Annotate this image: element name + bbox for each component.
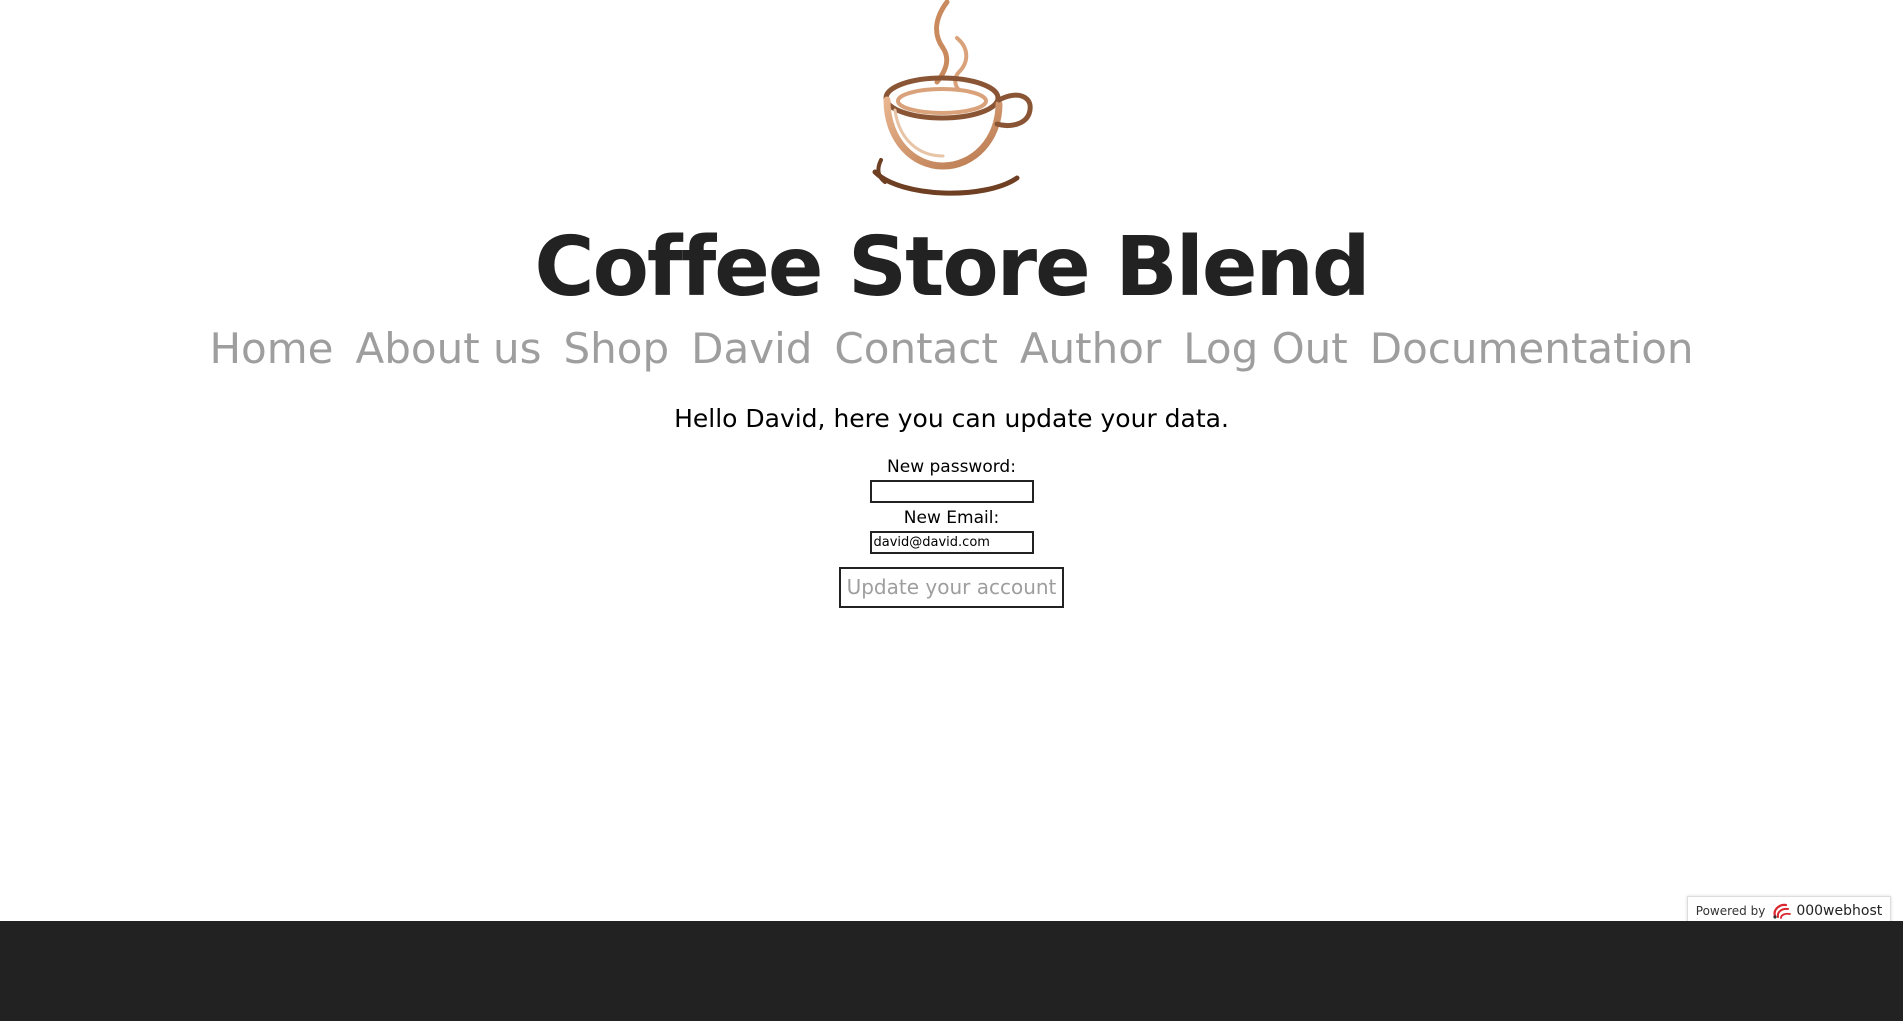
nav-contact[interactable]: Contact <box>834 322 997 376</box>
main-nav: Home About us Shop David Contact Author … <box>0 322 1903 376</box>
host-name: 000webhost <box>1796 902 1883 919</box>
powered-by-badge[interactable]: Powered by 000webhost <box>1687 896 1891 924</box>
nav-home[interactable]: Home <box>209 322 333 376</box>
nav-about-us[interactable]: About us <box>355 322 541 376</box>
greeting-text: Hello David, here you can update your da… <box>674 404 1229 433</box>
nav-author[interactable]: Author <box>1020 322 1161 376</box>
nav-documentation[interactable]: Documentation <box>1370 322 1694 376</box>
coffee-cup-icon <box>872 0 1033 196</box>
host-logo: 000webhost <box>1771 902 1882 920</box>
logo <box>0 0 1903 200</box>
nav-shop[interactable]: Shop <box>564 322 670 376</box>
powered-by-text: Powered by <box>1695 903 1766 918</box>
email-field[interactable] <box>869 531 1034 554</box>
update-account-form: New password: New Email: Update your acc… <box>0 455 1903 608</box>
site-title: Coffee Store Blend <box>534 220 1370 315</box>
update-account-button[interactable]: Update your account <box>838 567 1065 608</box>
password-label: New password: <box>887 457 1016 477</box>
password-field[interactable] <box>869 480 1034 503</box>
nav-david[interactable]: David <box>691 322 812 376</box>
footer-band <box>0 921 1903 1021</box>
nav-log-out[interactable]: Log Out <box>1183 322 1348 376</box>
email-label: New Email: <box>903 508 1000 528</box>
000webhost-logo-icon <box>1773 903 1792 919</box>
